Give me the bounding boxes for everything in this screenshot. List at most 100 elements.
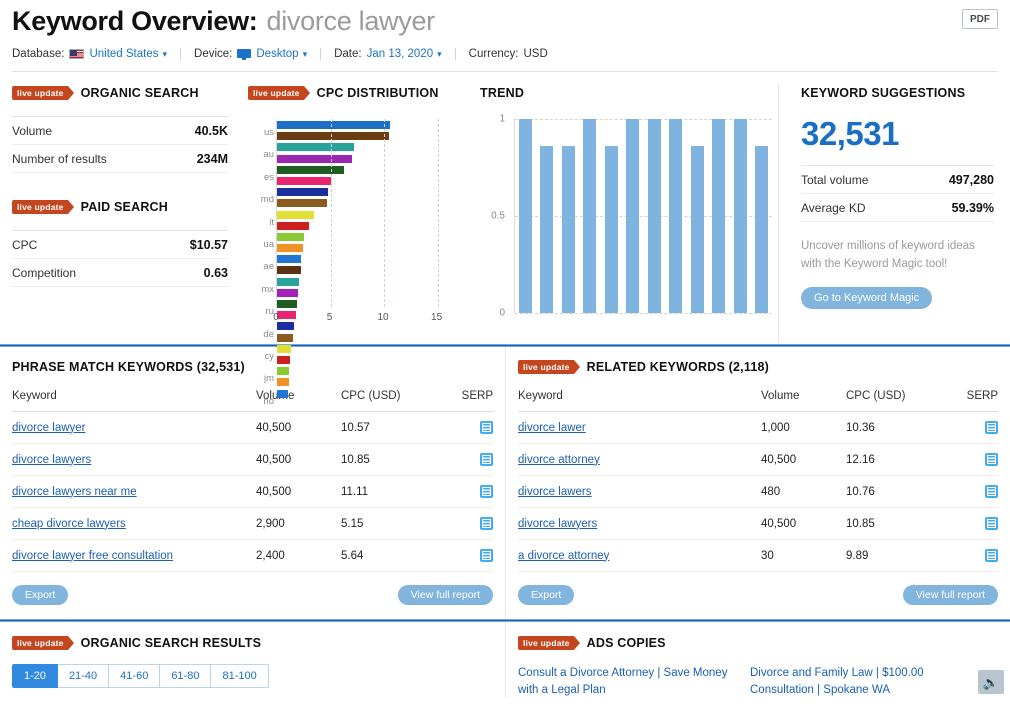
currency-filter: Currency: USD (469, 48, 548, 60)
database-label: Database: (12, 48, 65, 60)
paid-search-header: live update PAID SEARCH (12, 198, 228, 216)
metric-row: CPC $10.57 (12, 231, 228, 259)
date-label: Date: (334, 48, 362, 60)
metric-row: Average KD 59.39% (801, 194, 994, 222)
metric-label: Average KD (801, 200, 866, 215)
trend-chart-bar (647, 119, 661, 313)
database-filter[interactable]: Database: United States ▾ (12, 48, 167, 60)
column-header-volume: Volume (761, 384, 846, 412)
keyword-link[interactable]: divorce attorney (518, 454, 600, 466)
pagination-item-1-20[interactable]: 1-20 (12, 664, 59, 688)
phrase-match-title: PHRASE MATCH KEYWORDS (32,531) (12, 360, 245, 374)
speaker-glyph: 🔈 (982, 674, 1000, 690)
database-value[interactable]: United States (89, 48, 158, 60)
cpc-cell: 10.36 (846, 411, 946, 444)
serp-icon[interactable] (985, 485, 998, 498)
keyword-cell: divorce lawyers (12, 443, 256, 476)
ad-copy-link[interactable]: Divorce and Family Law | $100.00 Consult… (750, 665, 966, 698)
serp-icon[interactable] (985, 453, 998, 466)
pagination-item-41-60[interactable]: 41-60 (109, 664, 161, 688)
overview-panels: live update ORGANIC SEARCH Volume 40.5K … (0, 72, 1010, 407)
view-full-report-button[interactable]: View full report (397, 585, 493, 605)
metric-value: $10.57 (189, 237, 228, 252)
pdf-export-button[interactable]: PDF (962, 9, 998, 29)
pagination-item-21-40[interactable]: 21-40 (58, 664, 110, 688)
keyword-link[interactable]: divorce lawer (518, 422, 586, 434)
keyword-link[interactable]: a divorce attorney (518, 550, 609, 562)
serp-icon[interactable] (480, 453, 493, 466)
serp-icon[interactable] (985, 549, 998, 562)
table-row: divorce lawyers near me 40,500 11.11 (12, 475, 493, 508)
keyword-cell: divorce lawer (518, 411, 761, 444)
volume-cell: 480 (761, 475, 846, 508)
pagination-item-81-100[interactable]: 81-100 (211, 664, 269, 688)
trend-panel: TREND 0 0.5 1 (472, 84, 778, 344)
date-value[interactable]: Jan 13, 2020 (367, 48, 434, 60)
keyword-link[interactable]: divorce lawyer free consultation (12, 550, 173, 562)
cpc-distribution-chart: us au es md it ua ae mx ru de cy jm no 0 5 10 15 (248, 119, 468, 407)
keyword-link[interactable]: divorce lawyers (518, 518, 597, 530)
keyword-link[interactable]: divorce lawyers (12, 454, 91, 466)
metric-label: CPC (12, 237, 38, 252)
metric-row: Competition 0.63 (12, 259, 228, 287)
metric-label: Total volume (801, 172, 869, 187)
pagination-item-61-80[interactable]: 61-80 (160, 664, 212, 688)
cpc-chart-bar (277, 378, 289, 387)
pdf-button-label: PDF (970, 13, 990, 25)
related-keywords-panel: live update RELATED KEYWORDS (2,118) Key… (505, 347, 1010, 619)
device-filter[interactable]: Device: Desktop ▾ (194, 48, 307, 60)
cpc-chart-y-label: ru (265, 306, 274, 318)
serp-cell (946, 475, 998, 508)
volume-cell: 2,900 (256, 507, 341, 540)
volume-cell: 40,500 (761, 507, 846, 540)
keyword-link[interactable]: divorce lawyers near me (12, 486, 137, 498)
cpc-chart-bar (277, 277, 299, 286)
serp-icon[interactable] (480, 517, 493, 530)
device-value[interactable]: Desktop (256, 48, 298, 60)
metric-label: Volume (12, 123, 53, 138)
go-to-keyword-magic-button[interactable]: Go to Keyword Magic (801, 286, 933, 309)
column-header-serp: SERP (946, 384, 998, 412)
volume-cell: 40,500 (256, 443, 341, 476)
ad-copy-link[interactable]: Consult a Divorce Attorney | Save Money … (518, 665, 734, 698)
keyword-cell: a divorce attorney (518, 539, 761, 572)
paid-search-title: PAID SEARCH (80, 200, 169, 214)
ads-copies-title: ADS COPIES (586, 636, 666, 650)
keyword-suggestions-note: Uncover millions of keyword ideas with t… (801, 240, 975, 270)
serp-cell (441, 443, 493, 476)
export-button[interactable]: Export (518, 585, 575, 605)
cpc-chart-y-label: ae (263, 261, 274, 273)
serp-icon[interactable] (985, 517, 998, 530)
related-keywords-header: live update RELATED KEYWORDS (2,118) (518, 360, 998, 374)
cpc-chart-bar (277, 244, 303, 253)
metric-label: Competition (12, 265, 77, 280)
serp-icon[interactable] (480, 485, 493, 498)
keyword-cell: divorce lawers (518, 475, 761, 508)
cpc-chart-bar (277, 232, 305, 241)
live-update-badge: live update (518, 360, 580, 374)
serp-icon[interactable] (985, 421, 998, 434)
header-divider (12, 71, 998, 72)
serp-icon[interactable] (480, 549, 493, 562)
cpc-chart-bar (277, 132, 390, 141)
organic-search-results-panel: live update ORGANIC SEARCH RESULTS 1-20 2… (0, 622, 505, 698)
cpc-chart-bar (277, 121, 391, 129)
trend-chart-bar (540, 146, 554, 313)
cpc-chart-gridline (437, 119, 439, 307)
keyword-link[interactable]: divorce lawyer (12, 422, 86, 434)
organic-results-pagination[interactable]: 1-20 21-40 41-60 61-80 81-100 (12, 664, 493, 688)
keyword-cell: divorce lawyer (12, 411, 256, 444)
volume-cell: 2,400 (256, 539, 341, 572)
table-row: divorce lawyer 40,500 10.57 (12, 411, 493, 444)
date-filter[interactable]: Date: Jan 13, 2020 ▾ (334, 48, 442, 60)
trend-chart-bar (519, 119, 532, 313)
speaker-mute-icon[interactable]: 🔈 (978, 670, 1004, 695)
keyword-link[interactable]: divorce lawers (518, 486, 592, 498)
serp-icon[interactable] (480, 421, 493, 434)
view-full-report-button[interactable]: View full report (902, 585, 998, 605)
keyword-link[interactable]: cheap divorce lawyers (12, 518, 126, 530)
serp-cell (441, 539, 493, 572)
metric-row: Number of results 234M (12, 145, 228, 173)
export-button[interactable]: Export (12, 585, 69, 605)
metric-value: 40.5K (194, 123, 228, 138)
